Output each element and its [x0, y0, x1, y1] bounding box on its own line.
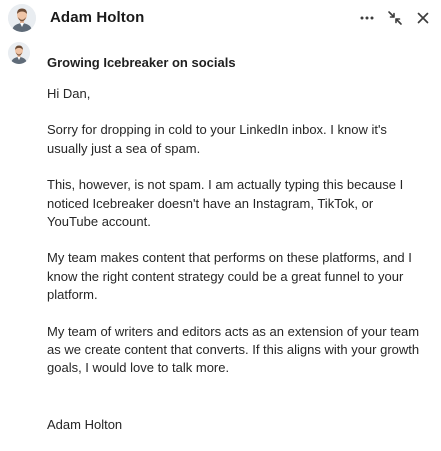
message-paragraph: Sorry for dropping in cold to your Linke…	[47, 122, 387, 156]
more-icon	[360, 16, 374, 20]
close-icon	[417, 12, 429, 24]
avatar-illustration	[8, 42, 30, 64]
header-actions	[355, 0, 441, 36]
avatar-illustration	[8, 4, 36, 32]
message-signature: Adam Holton	[47, 416, 123, 432]
minimize-button[interactable]	[383, 6, 407, 30]
sender-avatar[interactable]	[8, 4, 36, 32]
more-options-button[interactable]	[355, 6, 379, 30]
close-button[interactable]	[411, 6, 435, 30]
conversation-header: Adam Holton	[0, 0, 441, 38]
minimize-icon	[388, 11, 402, 25]
message-paragraph: My team of writers and editors acts as a…	[47, 323, 420, 376]
message-subject: Growing Icebreaker on socials	[47, 55, 236, 70]
message-greeting: Hi Dan,	[47, 86, 91, 101]
message-avatar[interactable]	[8, 42, 30, 64]
message-body: Hi Dan, Sorry for dropping in cold to yo…	[47, 85, 422, 451]
message-paragraph: My team makes content that performs on t…	[47, 250, 412, 303]
message-paragraph: This, however, is not spam. I am actuall…	[47, 177, 404, 230]
sender-name[interactable]: Adam Holton	[50, 9, 144, 26]
